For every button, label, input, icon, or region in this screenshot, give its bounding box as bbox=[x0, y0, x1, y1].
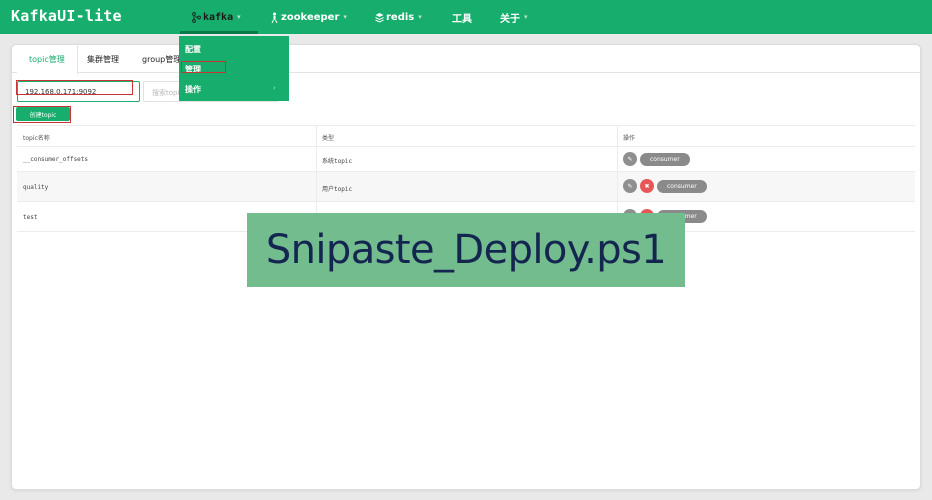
active-nav-indicator bbox=[180, 31, 258, 34]
chevron-down-icon: ▾ bbox=[524, 13, 528, 21]
row-actions: ✎ ✖ consumer bbox=[623, 179, 707, 193]
edit-icon[interactable]: ✎ bbox=[623, 179, 637, 193]
nav-kafka-label: kafka bbox=[203, 11, 234, 23]
chevron-down-icon: ▾ bbox=[418, 13, 422, 21]
overlay-text: Snipaste_Deploy.ps1 bbox=[265, 227, 667, 273]
chevron-down-icon: ▾ bbox=[343, 13, 347, 21]
column-header-type: 类型 bbox=[322, 135, 335, 142]
nav-about-label: 关于 bbox=[500, 13, 520, 25]
topic-name[interactable]: quality bbox=[23, 184, 48, 191]
column-divider bbox=[617, 147, 618, 171]
consumer-button[interactable]: consumer bbox=[640, 152, 690, 166]
column-divider bbox=[617, 126, 618, 146]
topic-name[interactable]: __consumer_offsets bbox=[23, 156, 88, 163]
edit-icon[interactable]: ✎ bbox=[623, 152, 637, 166]
column-divider bbox=[617, 172, 618, 201]
topic-name[interactable]: test bbox=[23, 214, 37, 221]
top-navbar: KafkaUI-lite kafka ▾ zookeeper ▾ redis ▾ bbox=[0, 0, 932, 34]
nav-zookeeper[interactable]: zookeeper ▾ bbox=[270, 0, 347, 34]
nav-about[interactable]: 关于 ▾ bbox=[500, 0, 528, 34]
row-actions: ✎ consumer bbox=[623, 152, 690, 166]
column-header-name: topic名称 bbox=[23, 135, 50, 142]
menu-item-config[interactable]: 配置 bbox=[185, 44, 201, 55]
table-header: topic名称 类型 操作 bbox=[17, 125, 915, 147]
column-divider bbox=[316, 172, 317, 201]
column-header-actions: 操作 bbox=[623, 135, 636, 142]
column-divider bbox=[316, 126, 317, 146]
topic-type: 用户topic bbox=[322, 186, 353, 193]
kafka-icon bbox=[192, 11, 201, 23]
app-brand[interactable]: KafkaUI-lite bbox=[11, 7, 122, 25]
consumer-button[interactable]: consumer bbox=[657, 179, 707, 193]
highlight-box bbox=[16, 80, 133, 95]
topic-type: 系统topic bbox=[322, 158, 353, 165]
highlight-box bbox=[181, 61, 226, 73]
table-row: quality 用户topic ✎ ✖ consumer bbox=[17, 172, 915, 202]
nav-redis[interactable]: redis ▾ bbox=[375, 0, 422, 34]
chevron-down-icon: ▾ bbox=[237, 13, 241, 21]
redis-icon bbox=[375, 12, 384, 23]
nav-redis-label: redis bbox=[386, 11, 415, 23]
highlight-box bbox=[13, 106, 71, 123]
nav-zookeeper-label: zookeeper bbox=[281, 11, 340, 23]
tab-topic-manage[interactable]: topic管理 bbox=[17, 45, 78, 74]
menu-item-operations[interactable]: 操作 bbox=[185, 84, 201, 95]
column-divider bbox=[316, 147, 317, 171]
chevron-right-icon: › bbox=[273, 84, 276, 92]
nav-tools-label: 工具 bbox=[452, 13, 472, 25]
zookeeper-icon bbox=[271, 12, 278, 23]
nav-tools[interactable]: 工具 bbox=[452, 0, 472, 34]
nav-kafka[interactable]: kafka ▾ bbox=[192, 0, 258, 34]
overlay-banner: Snipaste_Deploy.ps1 bbox=[247, 213, 685, 287]
tab-cluster-manage[interactable]: 集群管理 bbox=[75, 45, 131, 73]
tab-bar: topic管理 集群管理 group管理 bbox=[12, 45, 920, 74]
table-row: __consumer_offsets 系统topic ✎ consumer bbox=[17, 147, 915, 172]
delete-icon[interactable]: ✖ bbox=[640, 179, 654, 193]
